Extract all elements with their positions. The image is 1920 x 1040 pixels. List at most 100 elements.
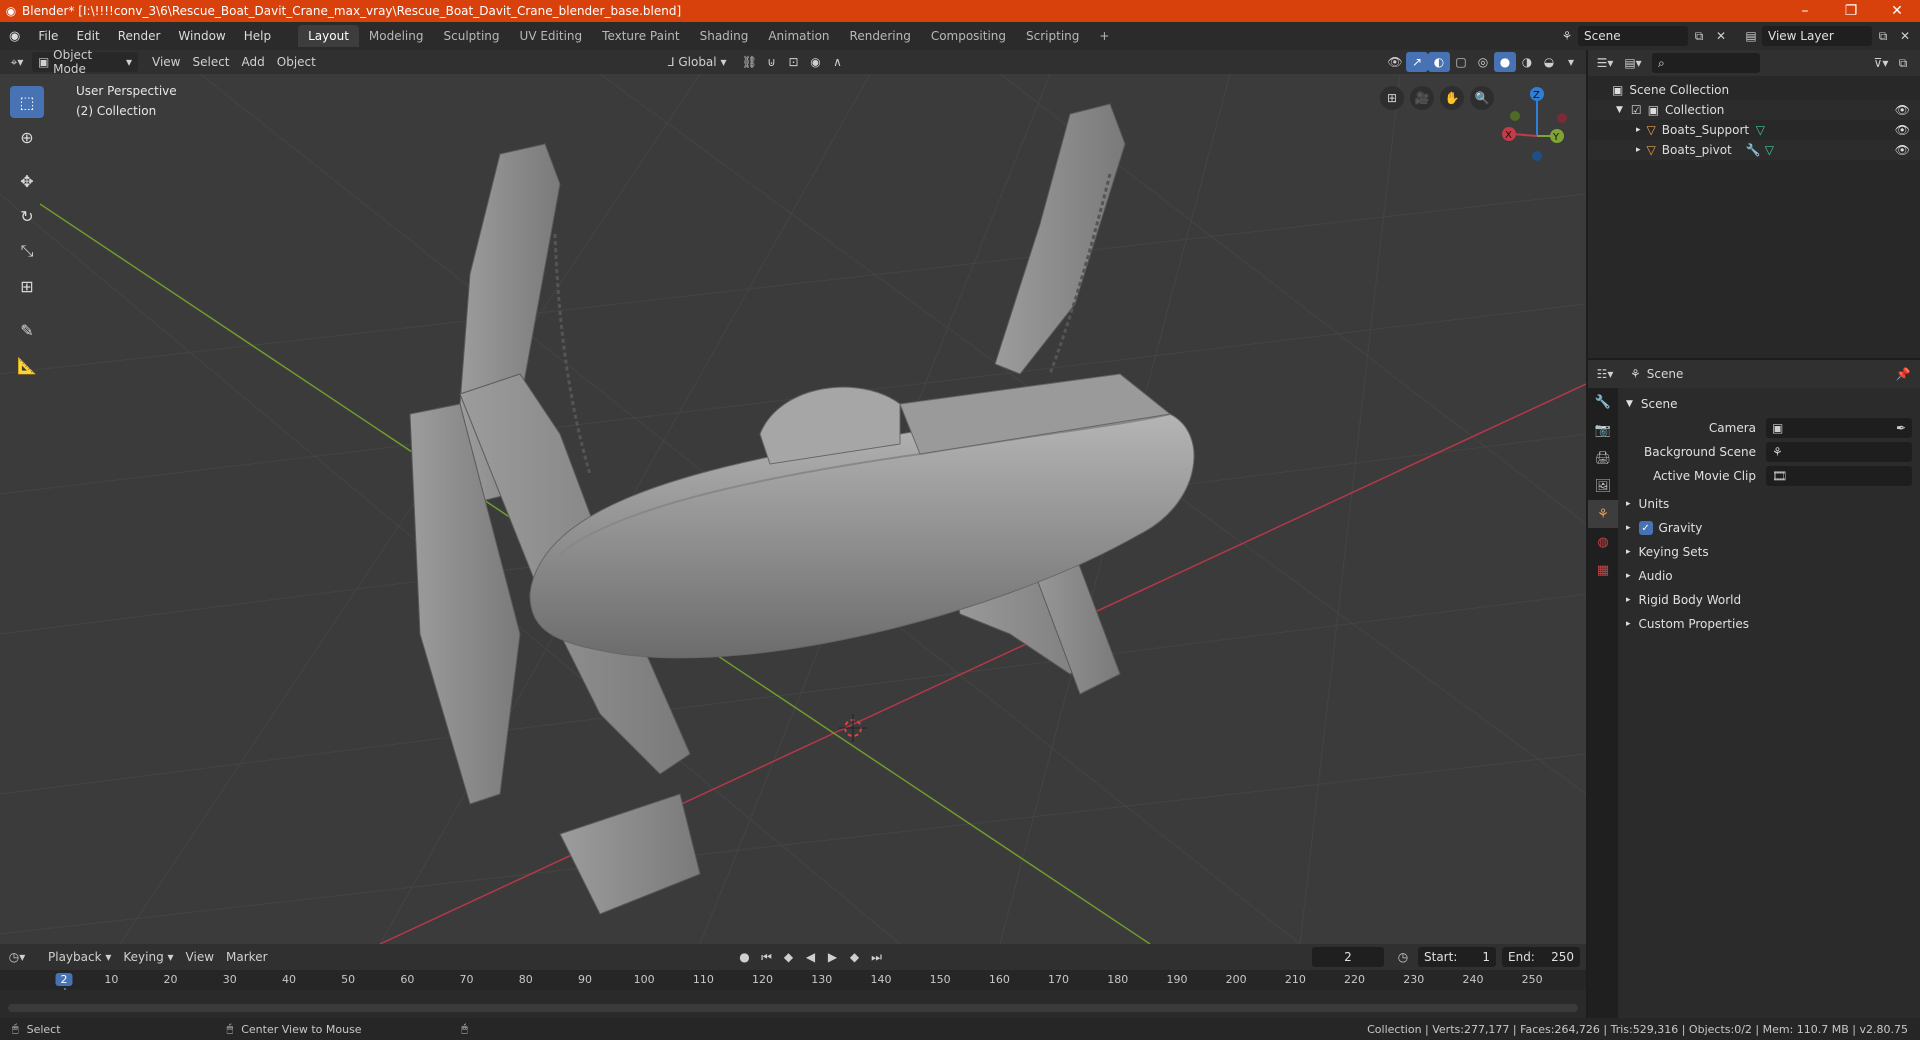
maximize-button[interactable]: ❐ <box>1828 3 1874 19</box>
overlay-toggle-icon[interactable]: ◐ <box>1428 52 1450 72</box>
view-layer-tab-icon[interactable]: 🖼 <box>1588 472 1618 500</box>
play-icon[interactable]: ▶ <box>822 947 844 967</box>
outliner-row-scene-collection[interactable]: ▣ Scene Collection <box>1588 80 1920 100</box>
menu-timeline-view[interactable]: View <box>180 947 220 967</box>
rigid-body-world-panel-header[interactable]: ▸ Rigid Body World <box>1618 588 1920 612</box>
keying-sets-panel-header[interactable]: ▸ Keying Sets <box>1618 540 1920 564</box>
pan-hand-icon[interactable]: ✋ <box>1440 86 1464 110</box>
tab-animation[interactable]: Animation <box>758 25 839 47</box>
xray-icon[interactable]: ▢ <box>1450 52 1472 72</box>
annotate-tool-icon[interactable]: ✎ <box>10 314 44 346</box>
expand-arrow-icon[interactable]: ▸ <box>1636 145 1641 155</box>
gizmo-toggle-icon[interactable]: ↗ <box>1406 52 1428 72</box>
clock-icon[interactable]: ◷ <box>1392 947 1414 967</box>
delete-scene-icon[interactable]: ✕ <box>1710 26 1732 46</box>
solid-shading-icon[interactable]: ● <box>1494 52 1516 72</box>
material-shading-icon[interactable]: ◑ <box>1516 52 1538 72</box>
scene-selector-icon[interactable]: ⚘ <box>1556 26 1578 46</box>
blender-menu-icon[interactable]: ◉ <box>0 29 29 44</box>
gravity-checkbox[interactable]: ✓ <box>1638 521 1653 535</box>
view-layer-field[interactable]: View Layer <box>1762 26 1872 46</box>
start-frame-field[interactable]: Start: 1 <box>1418 947 1496 967</box>
collection-checkbox[interactable]: ☑ <box>1631 103 1642 117</box>
tab-uv-editing[interactable]: UV Editing <box>510 25 593 47</box>
tab-compositing[interactable]: Compositing <box>921 25 1016 47</box>
navigation-gizmo[interactable]: Z X Y <box>1502 87 1567 161</box>
gizmo-neg-x-handle[interactable] <box>1557 113 1567 123</box>
new-collection-icon[interactable]: ⧉ <box>1892 53 1914 73</box>
filter-icon[interactable]: ⊽▾ <box>1870 53 1892 73</box>
menu-object[interactable]: Object <box>271 52 322 72</box>
gizmo-neg-z-handle[interactable] <box>1532 151 1542 161</box>
new-view-layer-icon[interactable]: ⧉ <box>1872 26 1894 46</box>
visibility-eye-icon[interactable]: 👁 <box>1895 103 1910 117</box>
perspective-toggle-icon[interactable]: ⊞ <box>1380 86 1404 110</box>
world-properties-tab-icon[interactable]: ◍ <box>1588 528 1618 556</box>
menu-window[interactable]: Window <box>169 29 234 43</box>
outliner-row-collection[interactable]: ▼ ☑ ▣ Collection 👁 <box>1588 100 1920 120</box>
active-movie-clip-field[interactable]: 🎞 <box>1766 466 1912 486</box>
render-properties-tab-icon[interactable]: 📷 <box>1588 416 1618 444</box>
properties-editor-type-icon[interactable]: ☷▾ <box>1594 364 1616 384</box>
viewport-canvas[interactable]: Z X Y <box>0 74 1586 944</box>
scale-tool-icon[interactable]: ⤡ <box>10 235 44 267</box>
current-frame-marker[interactable]: 2 <box>55 973 73 986</box>
add-workspace-button[interactable]: + <box>1089 25 1119 47</box>
timeline-ruler[interactable]: 2 10 20 30 40 50 60 70 80 90 100 110 120 130 140 150 160… <box>0 970 1586 1018</box>
scene-properties-tab-icon[interactable]: ⚘ <box>1588 500 1618 528</box>
output-properties-tab-icon[interactable]: 🖨 <box>1588 444 1618 472</box>
minimize-button[interactable]: – <box>1782 3 1828 19</box>
snap-icon[interactable]: ⊍ <box>760 52 782 72</box>
tab-layout[interactable]: Layout <box>298 25 359 47</box>
cursor-tool-icon[interactable]: ⊕ <box>10 121 44 153</box>
menu-render[interactable]: Render <box>109 29 170 43</box>
pivot-point-icon[interactable]: ⛓ <box>738 52 760 72</box>
transform-tool-icon[interactable]: ⊞ <box>10 270 44 302</box>
scene-name-field[interactable]: Scene <box>1578 26 1688 46</box>
prev-keyframe-icon[interactable]: ◆ <box>778 947 800 967</box>
tab-shading[interactable]: Shading <box>690 25 759 47</box>
camera-field[interactable]: ▣ ✒ <box>1766 418 1912 438</box>
falloff-icon[interactable]: ∧ <box>826 52 848 72</box>
units-panel-header[interactable]: ▸ Units <box>1618 492 1920 516</box>
gizmo-neg-y-handle[interactable] <box>1510 111 1520 121</box>
outliner-editor-type-icon[interactable]: ☰▾ <box>1594 53 1616 73</box>
background-scene-field[interactable]: ⚘ <box>1766 442 1912 462</box>
record-button-icon[interactable]: ● <box>734 947 756 967</box>
tab-modeling[interactable]: Modeling <box>359 25 434 47</box>
custom-properties-panel-header[interactable]: ▸ Custom Properties <box>1618 612 1920 636</box>
menu-add[interactable]: Add <box>236 52 271 72</box>
menu-keying[interactable]: Keying ▾ <box>117 947 179 967</box>
outliner-row-boats-support[interactable]: ▸ ▽ Boats_Support ▽ 👁 <box>1588 120 1920 140</box>
editor-type-icon[interactable]: ⌖▾ <box>6 52 28 72</box>
menu-view[interactable]: View <box>146 52 186 72</box>
snap-target-icon[interactable]: ⊡ <box>782 52 804 72</box>
audio-panel-header[interactable]: ▸ Audio <box>1618 564 1920 588</box>
measure-tool-icon[interactable]: 📐 <box>10 349 44 381</box>
camera-view-icon[interactable]: 🎥 <box>1410 86 1434 110</box>
menu-edit[interactable]: Edit <box>67 29 108 43</box>
jump-end-icon[interactable]: ⏭ <box>866 947 888 967</box>
timeline-scrollbar[interactable] <box>8 1004 1578 1012</box>
tab-scripting[interactable]: Scripting <box>1016 25 1089 47</box>
move-tool-icon[interactable]: ✥ <box>10 165 44 197</box>
tab-texture-paint[interactable]: Texture Paint <box>592 25 689 47</box>
timeline-editor-type-icon[interactable]: ◷▾ <box>6 947 28 967</box>
timeline-track[interactable] <box>0 990 1586 1018</box>
view-layer-icon[interactable]: ▤ <box>1740 26 1762 46</box>
eyedropper-icon[interactable]: ✒ <box>1896 421 1906 435</box>
proportional-edit-icon[interactable]: ◉ <box>804 52 826 72</box>
mode-selector[interactable]: ▣ Object Mode ▾ <box>32 48 138 76</box>
expand-arrow-icon[interactable]: ▼ <box>1616 105 1623 115</box>
outliner-row-boats-pivot[interactable]: ▸ ▽ Boats_pivot 🔧 ▽ 👁 <box>1588 140 1920 160</box>
shading-options-icon[interactable]: ▾ <box>1560 52 1582 72</box>
menu-marker[interactable]: Marker <box>220 947 273 967</box>
display-mode-icon[interactable]: ▤▾ <box>1622 53 1644 73</box>
menu-playback[interactable]: Playback ▾ <box>42 947 117 967</box>
select-box-tool-icon[interactable]: ⬚ <box>10 86 44 118</box>
menu-file[interactable]: File <box>29 29 67 43</box>
texture-properties-tab-icon[interactable]: ▦ <box>1588 556 1618 584</box>
pin-icon[interactable]: 📌 <box>1892 364 1914 384</box>
rendered-shading-icon[interactable]: ◒ <box>1538 52 1560 72</box>
tool-properties-tab-icon[interactable]: 🔧 <box>1588 388 1618 416</box>
